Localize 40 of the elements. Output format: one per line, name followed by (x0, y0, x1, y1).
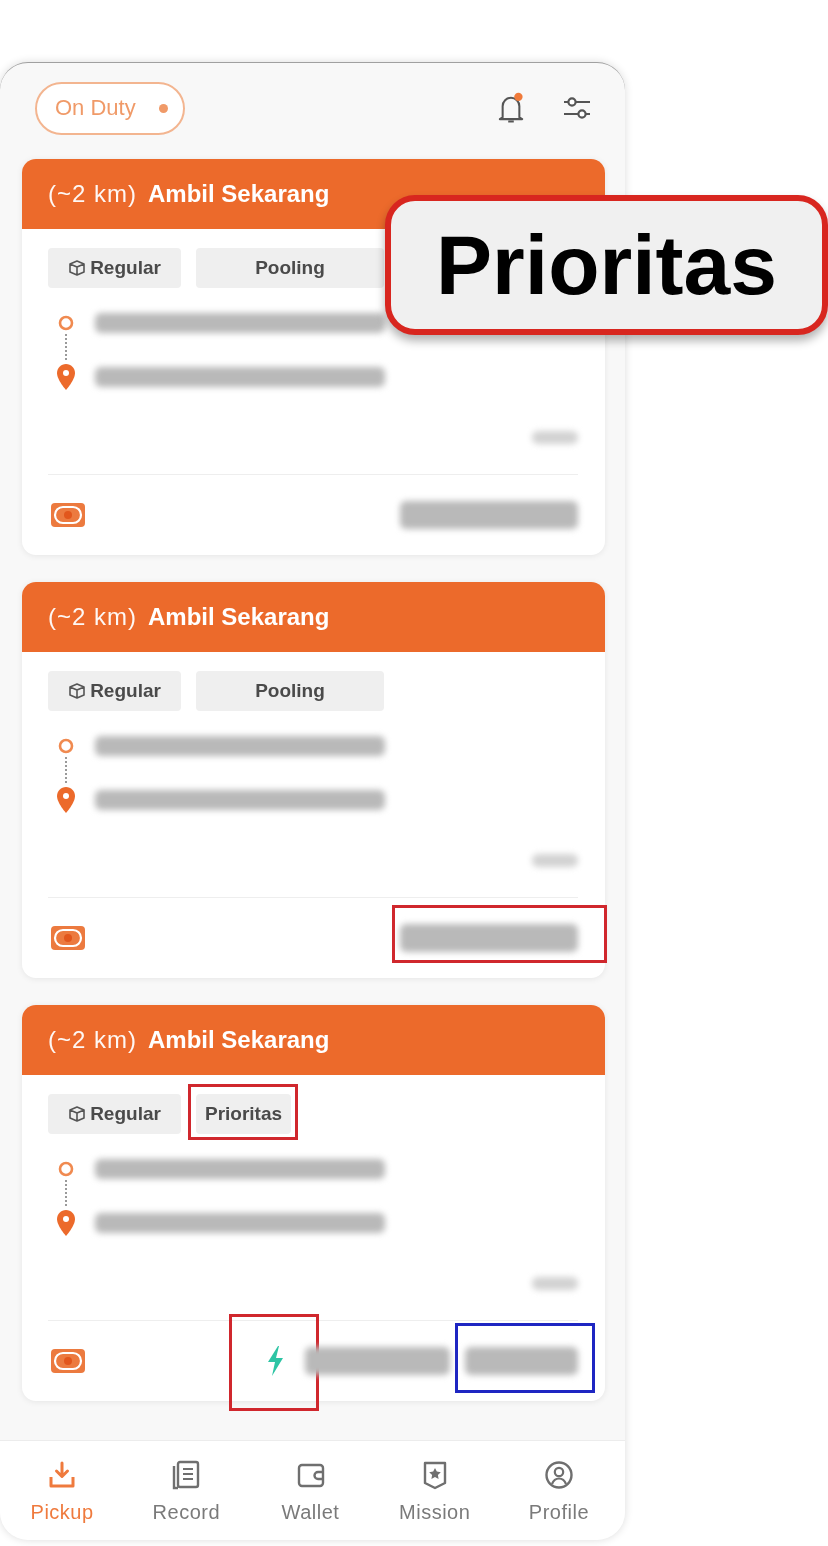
profile-icon (543, 1460, 574, 1490)
ring-icon (58, 1161, 74, 1177)
pickup-action-label: Ambil Sekarang (148, 603, 330, 631)
pin-icon (56, 363, 76, 391)
tag-label: Regular (90, 257, 161, 279)
ring-icon (58, 315, 74, 331)
annotation-callout: Prioritas (385, 195, 828, 335)
bell-icon[interactable] (498, 92, 524, 124)
priority-tag: Prioritas (196, 1094, 292, 1134)
nav-tab[interactable]: Mission (372, 1460, 497, 1524)
download-icon (47, 1460, 78, 1490)
pin-icon (56, 1209, 76, 1237)
pin-icon (56, 786, 76, 814)
banknote-icon (51, 1348, 85, 1373)
mode-tag: Pooling (196, 671, 384, 711)
nav-tab[interactable]: Record (124, 1460, 249, 1524)
package-icon (68, 259, 87, 277)
distance-label: (~2 km) (48, 603, 137, 631)
route-connector (65, 757, 67, 783)
status-dot-icon (159, 103, 168, 113)
sliders-icon[interactable] (562, 95, 592, 121)
nav-tab[interactable]: Wallet (248, 1460, 373, 1524)
pickup-action-label: Ambil Sekarang (148, 1026, 330, 1054)
route-connector (65, 334, 67, 360)
distance-label: (~2 km) (48, 180, 137, 208)
package-icon (68, 1105, 87, 1123)
package-icon (68, 682, 87, 700)
duty-status-toggle[interactable]: On Duty (35, 81, 185, 135)
nav-tab[interactable]: Profile (496, 1460, 621, 1524)
pickup-action-label: Ambil Sekarang (148, 180, 330, 208)
nav-tab[interactable]: Pickup (0, 1460, 125, 1524)
banknote-icon (51, 502, 85, 527)
document-icon (171, 1460, 202, 1490)
banknote-icon (51, 925, 85, 950)
ring-icon (58, 738, 74, 754)
tag-label: Regular (90, 680, 161, 702)
mode-tag: Pooling (196, 248, 384, 288)
route-connector (65, 1180, 67, 1206)
tag-label: Regular (90, 1103, 161, 1125)
distance-label: (~2 km) (48, 1026, 137, 1054)
